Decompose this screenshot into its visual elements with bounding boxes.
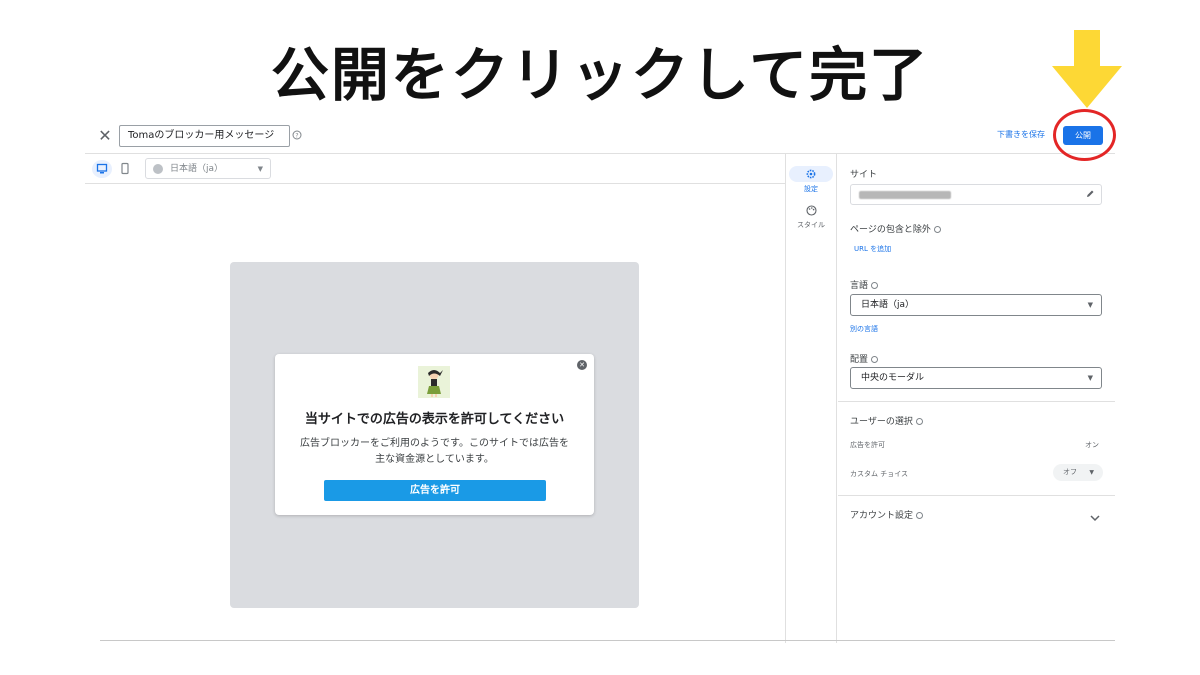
chevron-down-icon: ▼: [1087, 374, 1093, 382]
rail-item-style[interactable]: スタイル: [789, 202, 833, 230]
placement-select[interactable]: 中央のモーダル ▼: [850, 367, 1102, 389]
help-icon[interactable]: [916, 512, 924, 519]
custom-choice-dropdown[interactable]: オフ ▼: [1053, 464, 1103, 481]
preview-toolbar: 日本語（ja） ▼: [85, 154, 785, 184]
ad-blocker-modal: ✕ 当サイトでの広告の表示を許可してください 広告ブロッカーをご利用のようです。…: [275, 354, 594, 515]
desktop-icon: [96, 163, 108, 174]
allow-ads-button[interactable]: 広告を許可: [324, 480, 546, 501]
account-settings-label: アカウント設定: [850, 511, 914, 521]
pencil-icon[interactable]: [1085, 189, 1095, 199]
chevron-down-icon: ▼: [1087, 301, 1093, 309]
editor-topbar: ✕ Tomaのブロッカー用メッセージ ? 下書きを保存 公開: [85, 109, 1116, 161]
gear-icon: [806, 169, 816, 179]
custom-choice-value: オフ: [1063, 468, 1077, 476]
site-select[interactable]: [850, 184, 1102, 205]
language-heading: 言語: [850, 278, 879, 291]
language-label: 言語: [850, 281, 869, 291]
modal-body-line-1: 広告ブロッカーをご利用のようです。このサイトでは広告を: [300, 438, 569, 449]
help-icon[interactable]: [871, 282, 879, 289]
preview-canvas: ✕ 当サイトでの広告の表示を許可してください 広告ブロッカーをご利用のようです。…: [85, 185, 785, 640]
desktop-preview-button[interactable]: [92, 160, 112, 178]
rail-item-label: 設定: [804, 185, 818, 193]
preview-language-value: 日本語（ja）: [170, 164, 224, 174]
placement-label: 配置: [850, 355, 869, 365]
avatar: [418, 366, 450, 398]
add-url-link[interactable]: URL を追加: [854, 244, 891, 254]
page-bottom-border: [100, 640, 1115, 641]
down-arrow-icon: [1052, 30, 1122, 108]
allow-ads-option-value: オン: [1085, 441, 1099, 449]
svg-text:?: ?: [295, 133, 298, 140]
close-icon[interactable]: ✕: [95, 126, 115, 146]
section-divider: [838, 495, 1115, 496]
help-icon[interactable]: [915, 418, 923, 425]
language-select-value: 日本語（ja）: [861, 300, 915, 310]
language-select[interactable]: 日本語（ja） ▼: [850, 294, 1102, 316]
include-exclude-label: ページの包含と除外: [850, 225, 931, 235]
mobile-icon: [121, 162, 129, 175]
chevron-down-icon: ▼: [1089, 469, 1094, 476]
site-value-redacted: [859, 191, 951, 199]
account-settings-heading[interactable]: アカウント設定: [850, 508, 924, 521]
rail-item-label: スタイル: [797, 221, 825, 229]
modal-close-icon[interactable]: ✕: [577, 360, 587, 370]
expand-chevron-icon[interactable]: [1089, 512, 1101, 524]
message-name-input[interactable]: Tomaのブロッカー用メッセージ: [119, 125, 290, 147]
rail-item-settings[interactable]: 設定: [789, 166, 833, 194]
user-choice-heading: ユーザーの選択: [850, 414, 923, 427]
settings-rail: 設定 スタイル: [785, 154, 837, 643]
section-divider: [838, 401, 1115, 402]
chevron-down-icon: ▼: [257, 165, 263, 173]
custom-choice-label: カスタム チョイス: [850, 470, 909, 478]
help-icon[interactable]: ?: [292, 130, 302, 140]
instruction-headline: 公開をクリックして完了: [270, 41, 930, 109]
modal-body-line-2: 主な資金源としています。: [375, 454, 494, 465]
include-exclude-heading: ページの包含と除外: [850, 222, 941, 235]
user-choice-label: ユーザーの選択: [850, 417, 913, 427]
palette-icon: [805, 204, 817, 216]
other-language-link[interactable]: 別の言語: [850, 324, 878, 334]
modal-body: 広告ブロッカーをご利用のようです。このサイトでは広告を 主な資金源としています。: [285, 436, 584, 468]
site-label: サイト: [850, 170, 878, 180]
preview-language-select[interactable]: 日本語（ja） ▼: [145, 158, 271, 179]
help-icon[interactable]: [933, 226, 941, 233]
placement-select-value: 中央のモーダル: [861, 373, 925, 383]
help-icon[interactable]: [871, 356, 879, 363]
mobile-preview-button[interactable]: [115, 160, 135, 178]
allow-ads-option-label: 広告を許可: [850, 441, 885, 449]
settings-panel: サイト ページの包含と除外 URL を追加 言語 日本語（ja） ▼ 別の言語 …: [838, 154, 1115, 643]
placement-heading: 配置: [850, 352, 879, 365]
ad-blocker-message-editor: ✕ Tomaのブロッカー用メッセージ ? 下書きを保存 公開 日本語（ja） ▼: [85, 109, 1116, 643]
globe-icon: [153, 164, 163, 174]
save-draft-link[interactable]: 下書きを保存: [997, 129, 1045, 140]
modal-title: 当サイトでの広告の表示を許可してください: [304, 412, 565, 427]
